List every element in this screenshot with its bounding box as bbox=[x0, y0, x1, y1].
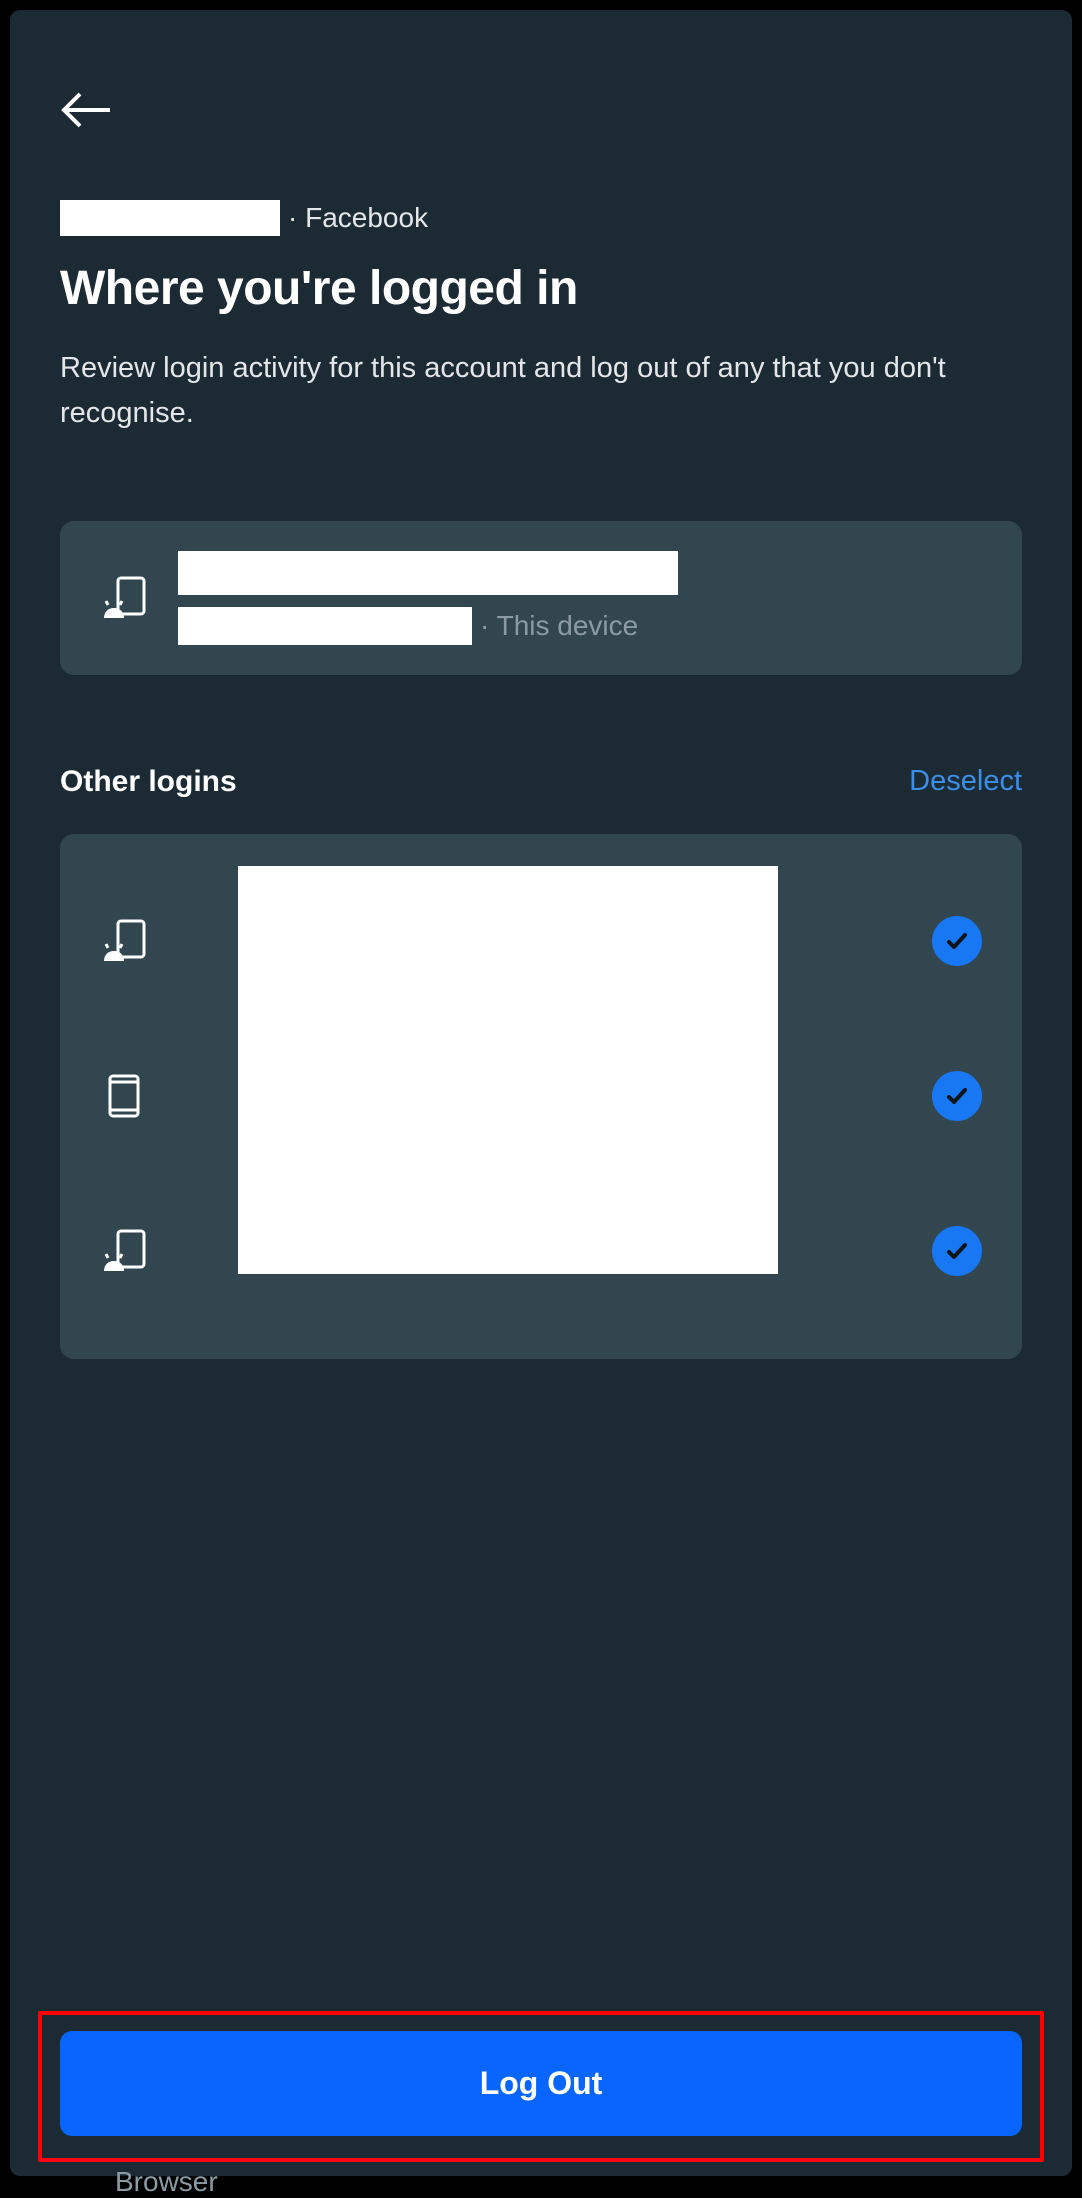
header-region: · Facebook Where you're logged in Review… bbox=[10, 10, 1072, 521]
logout-button[interactable]: Log Out bbox=[60, 2031, 1022, 2136]
android-device-icon bbox=[100, 1227, 148, 1275]
deselect-button[interactable]: Deselect bbox=[909, 765, 1022, 798]
current-device-card[interactable]: · This device bbox=[60, 521, 1022, 675]
content-region: · This device Other logins Deselect bbox=[10, 521, 1072, 2001]
current-device-row: · This device bbox=[100, 551, 982, 645]
redacted-username bbox=[60, 200, 280, 236]
screen-container: · Facebook Where you're logged in Review… bbox=[10, 10, 1072, 2176]
breadcrumb: · Facebook bbox=[60, 200, 1022, 236]
redacted-device-name bbox=[178, 551, 678, 595]
check-icon bbox=[945, 929, 969, 953]
page-title: Where you're logged in bbox=[60, 261, 1022, 316]
login-checkbox[interactable] bbox=[932, 1071, 982, 1121]
other-logins-card bbox=[60, 834, 1022, 1359]
other-logins-header: Other logins Deselect bbox=[60, 765, 1022, 799]
breadcrumb-suffix: · Facebook bbox=[288, 202, 428, 234]
login-checkbox[interactable] bbox=[932, 916, 982, 966]
back-button[interactable] bbox=[60, 80, 120, 140]
device-label-row: · This device bbox=[178, 607, 982, 645]
android-device-icon bbox=[100, 917, 148, 965]
redacted-login-details bbox=[238, 866, 778, 1274]
login-checkbox[interactable] bbox=[932, 1226, 982, 1276]
browser-peek-text: Browser bbox=[115, 2166, 218, 2198]
this-device-label: · This device bbox=[480, 610, 638, 642]
page-description: Review login activity for this account a… bbox=[60, 346, 1022, 436]
check-icon bbox=[945, 1239, 969, 1263]
footer-region: Log Out bbox=[10, 2001, 1072, 2176]
other-logins-title: Other logins bbox=[60, 765, 237, 799]
current-device-info: · This device bbox=[178, 551, 982, 645]
android-device-icon bbox=[100, 574, 148, 622]
arrow-left-icon bbox=[60, 90, 112, 130]
tablet-icon bbox=[100, 1072, 148, 1120]
redacted-device-location bbox=[178, 607, 472, 645]
check-icon bbox=[945, 1084, 969, 1108]
